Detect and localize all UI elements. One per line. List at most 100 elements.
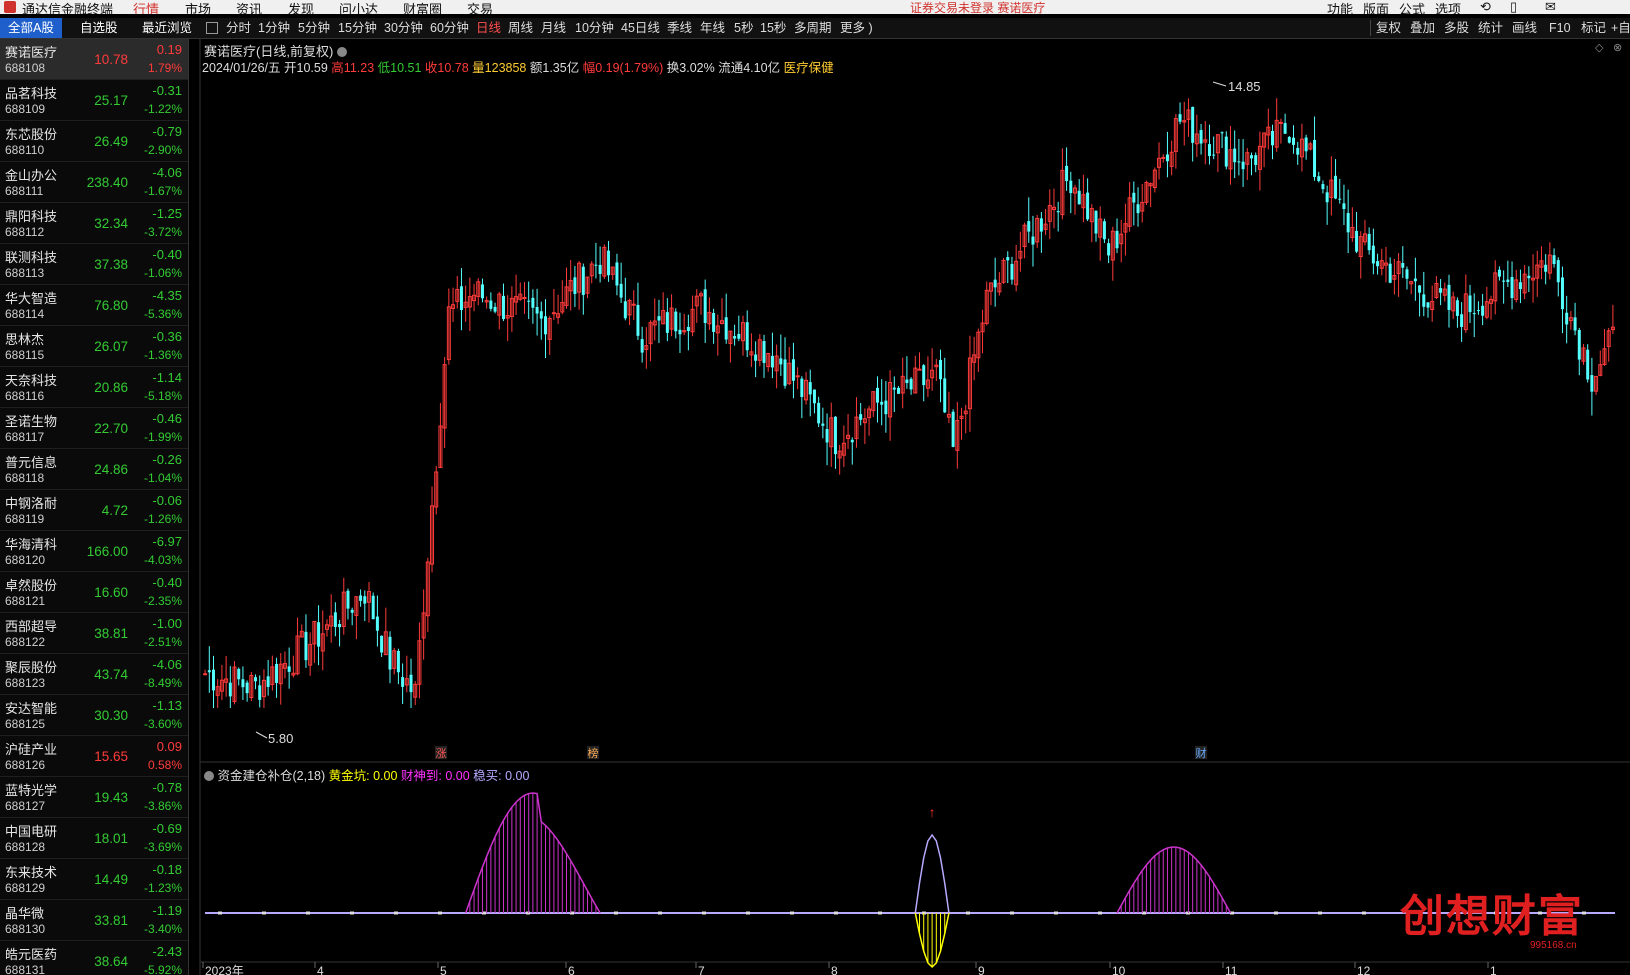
baseline-tick — [350, 911, 354, 915]
candle-body — [1506, 279, 1510, 283]
candle-body — [1249, 155, 1253, 159]
watermark-url: 995168.cn — [1530, 940, 1577, 951]
candle-body — [791, 359, 795, 381]
candle-body — [1027, 221, 1031, 232]
candle-body — [1468, 295, 1472, 313]
candle-body — [875, 387, 879, 403]
info-volume: 量123858 — [472, 61, 527, 75]
candle-body — [1502, 280, 1506, 282]
candle-body — [228, 682, 232, 697]
candle-body — [1136, 204, 1140, 214]
candle-body — [1376, 261, 1380, 267]
candle-body — [821, 423, 825, 426]
candle-body — [745, 322, 749, 351]
candle-body — [1560, 277, 1564, 310]
candle-body — [1321, 184, 1325, 190]
candle-body — [1565, 312, 1569, 325]
candle-body — [779, 358, 783, 365]
candle-body — [480, 284, 484, 299]
candle-body — [1077, 190, 1081, 205]
candle-body — [1165, 154, 1169, 162]
candle-body — [859, 414, 863, 420]
low-price-pointer — [255, 731, 268, 739]
candle-body — [581, 266, 585, 295]
candle-body — [665, 312, 669, 333]
candle-body — [1544, 264, 1548, 272]
x-axis-label: 12 — [1357, 964, 1371, 975]
buy-signal-arrow: ↑ — [929, 804, 936, 820]
candle-body — [1317, 176, 1321, 181]
baseline-tick — [790, 911, 794, 915]
indicator-name: 资金建仓补仓(2,18) — [217, 769, 326, 783]
candle-body — [350, 609, 354, 613]
chart-area[interactable]: 14.85 5.80 涨 榜 财 ↑ 2023年 4 5 6 7 8 9 10 11 12 1 ◇ ⊗ — [0, 0, 1630, 975]
x-axis-label: 9 — [978, 964, 985, 975]
candle-body — [1006, 257, 1010, 261]
candle-body — [531, 297, 535, 308]
candle-body — [1161, 156, 1166, 159]
dropdown-icon[interactable] — [336, 47, 347, 57]
candle-body — [712, 312, 716, 332]
candle-body — [266, 676, 270, 687]
candle-body — [686, 326, 690, 331]
candle-body — [724, 317, 728, 340]
candle-body — [1065, 165, 1069, 182]
info-close: 收10.78 — [424, 61, 469, 75]
candle-body — [1304, 137, 1308, 152]
x-axis-label: 4 — [317, 964, 324, 975]
candle-body — [1388, 263, 1392, 283]
candle-body — [396, 650, 400, 673]
candle-body — [1338, 198, 1342, 200]
info-sector: 医疗保健 — [783, 61, 834, 75]
info-low: 低10.51 — [377, 61, 422, 75]
candle-body — [1367, 233, 1371, 251]
candle-body — [754, 354, 758, 361]
baseline-tick — [218, 911, 222, 915]
candle-body — [489, 300, 493, 309]
candle-body — [800, 378, 804, 397]
baseline-tick — [658, 911, 662, 915]
candle-body — [922, 365, 926, 386]
candle-body — [1224, 136, 1228, 167]
candle-body — [258, 685, 262, 700]
candle-body — [1405, 269, 1409, 279]
baseline-tick — [834, 911, 838, 915]
candle-body — [543, 316, 547, 335]
baseline-tick — [746, 911, 750, 915]
candle-body — [1010, 263, 1014, 280]
candle-body — [1107, 243, 1111, 256]
candle-body — [762, 341, 766, 363]
indicator-settings-icon[interactable] — [204, 771, 214, 781]
candle-body — [409, 674, 413, 693]
candle-body — [1278, 121, 1283, 124]
x-axis-label: 2023年 — [205, 964, 244, 975]
candle-body — [817, 402, 821, 424]
indicator-title: 资金建仓补仓(2,18) 黄金坑: 0.00 财神到: 0.00 稳买: 0.0… — [204, 765, 529, 784]
candle-body — [833, 416, 837, 455]
candle-body — [770, 355, 774, 368]
candle-body — [1472, 313, 1476, 315]
candle-body — [1056, 211, 1060, 213]
candle-body — [850, 439, 854, 443]
candle-body — [1590, 375, 1594, 392]
candle-body — [636, 304, 640, 336]
baseline-tick — [1318, 911, 1322, 915]
candle-body — [207, 670, 211, 673]
candle-body — [363, 596, 367, 604]
candle-body — [615, 262, 619, 286]
candle-body — [812, 389, 816, 404]
candle-body — [1220, 132, 1224, 134]
x-axis-label: 8 — [831, 964, 838, 975]
baseline-tick — [1010, 911, 1014, 915]
candle-body — [1577, 330, 1581, 360]
candle-body — [501, 295, 505, 320]
candle-body — [884, 400, 888, 415]
candle-body — [1413, 278, 1417, 282]
candle-body — [380, 635, 384, 653]
candle-body — [1271, 130, 1275, 146]
candle-body — [1102, 221, 1106, 240]
baseline-tick — [306, 911, 310, 915]
event-marker: 榜 — [588, 746, 599, 760]
candle-body — [1371, 245, 1375, 264]
candle-body — [1510, 277, 1514, 299]
